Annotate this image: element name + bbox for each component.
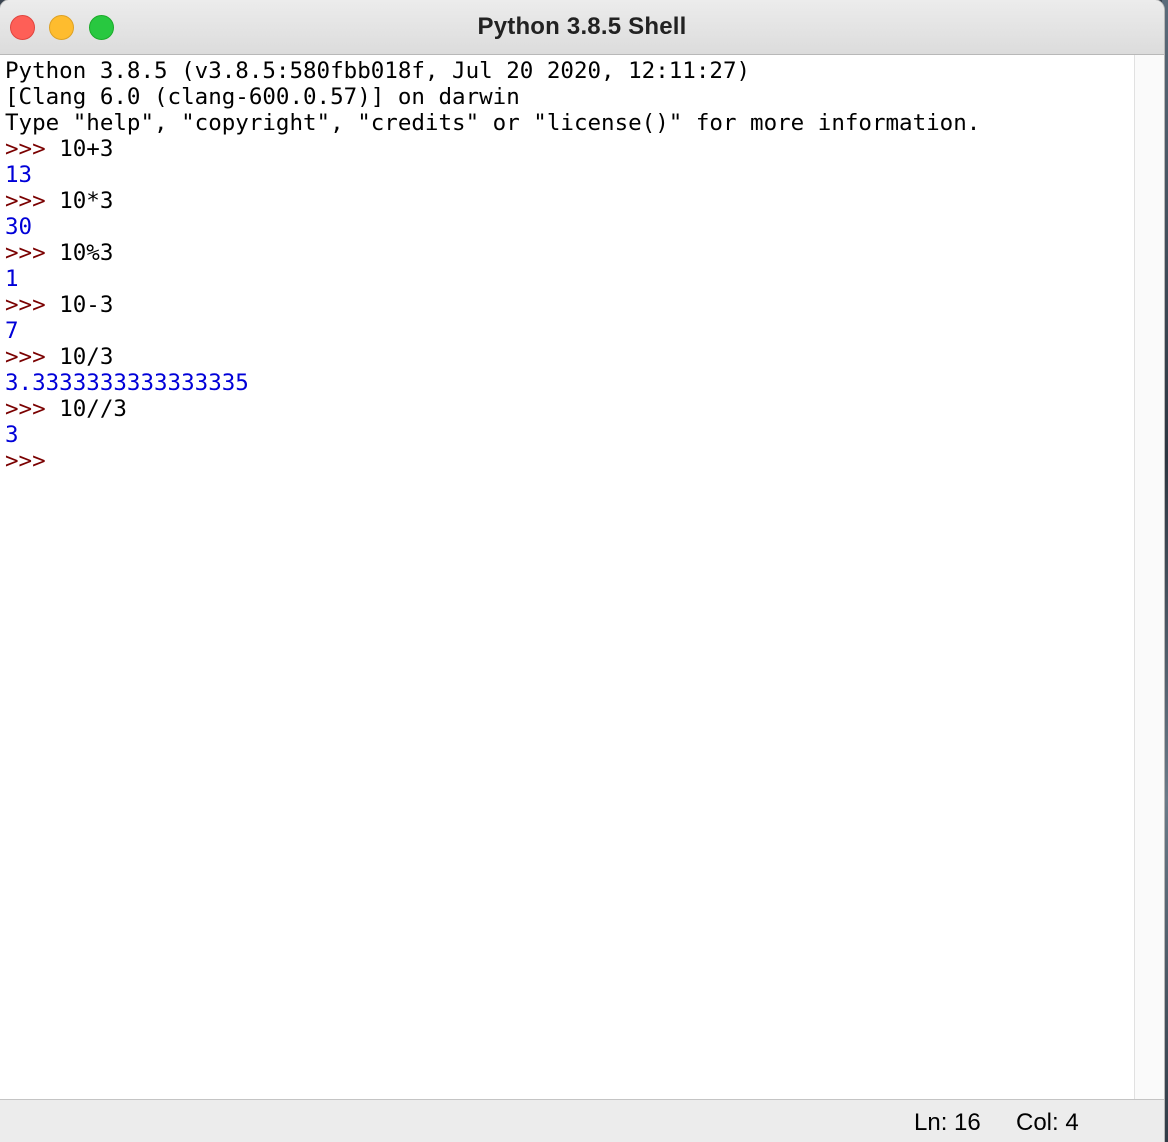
shell-output: Python 3.8.5 (v3.8.5:580fbb018f, Jul 20 … — [0, 55, 1134, 474]
input-text: 10//3 — [59, 396, 127, 422]
input-line: >>> 10*3 — [5, 188, 1134, 214]
banner-line: Python 3.8.5 (v3.8.5:580fbb018f, Jul 20 … — [5, 58, 751, 84]
prompt: >>> — [5, 292, 46, 318]
line-number-indicator: Ln: 16 — [914, 1109, 981, 1136]
column-number-indicator: Col: 4 — [1016, 1109, 1079, 1136]
current-input-line[interactable]: >>> — [5, 448, 1134, 474]
prompt: >>> — [5, 240, 46, 266]
input-line: >>> 10//3 — [5, 396, 1134, 422]
prompt: >>> — [5, 396, 46, 422]
prompt: >>> — [5, 344, 46, 370]
window-title: Python 3.8.5 Shell — [477, 13, 687, 40]
input-text: 10+3 — [59, 136, 114, 162]
input-text: 10/3 — [59, 344, 114, 370]
idle-shell-window: Python 3.8.5 Shell Python 3.8.5 (v3.8.5:… — [0, 0, 1164, 1142]
output-line: 13 — [5, 162, 33, 188]
input-text: 10-3 — [59, 292, 114, 318]
status-bar: Ln: 16 Col: 4 — [0, 1099, 1164, 1142]
vertical-scrollbar[interactable] — [1134, 55, 1164, 1099]
input-line: >>> 10-3 — [5, 292, 1134, 318]
prompt: >>> — [5, 448, 46, 474]
input-line: >>> 10/3 — [5, 344, 1134, 370]
output-line: 30 — [5, 214, 33, 240]
prompt: >>> — [5, 136, 46, 162]
input-line: >>> 10+3 — [5, 136, 1134, 162]
input-text: 10*3 — [59, 188, 114, 214]
input-line: >>> 10%3 — [5, 240, 1134, 266]
output-line: 3 — [5, 422, 19, 448]
banner-line: Type "help", "copyright", "credits" or "… — [5, 110, 981, 136]
title-bar[interactable]: Python 3.8.5 Shell — [0, 0, 1164, 55]
banner-line: [Clang 6.0 (clang-600.0.57)] on darwin — [5, 84, 520, 110]
prompt: >>> — [5, 188, 46, 214]
shell-text-area[interactable]: Python 3.8.5 (v3.8.5:580fbb018f, Jul 20 … — [0, 55, 1134, 1099]
output-line: 7 — [5, 318, 19, 344]
output-line: 3.3333333333333335 — [5, 370, 249, 396]
output-line: 1 — [5, 266, 19, 292]
input-text: 10%3 — [59, 240, 114, 266]
